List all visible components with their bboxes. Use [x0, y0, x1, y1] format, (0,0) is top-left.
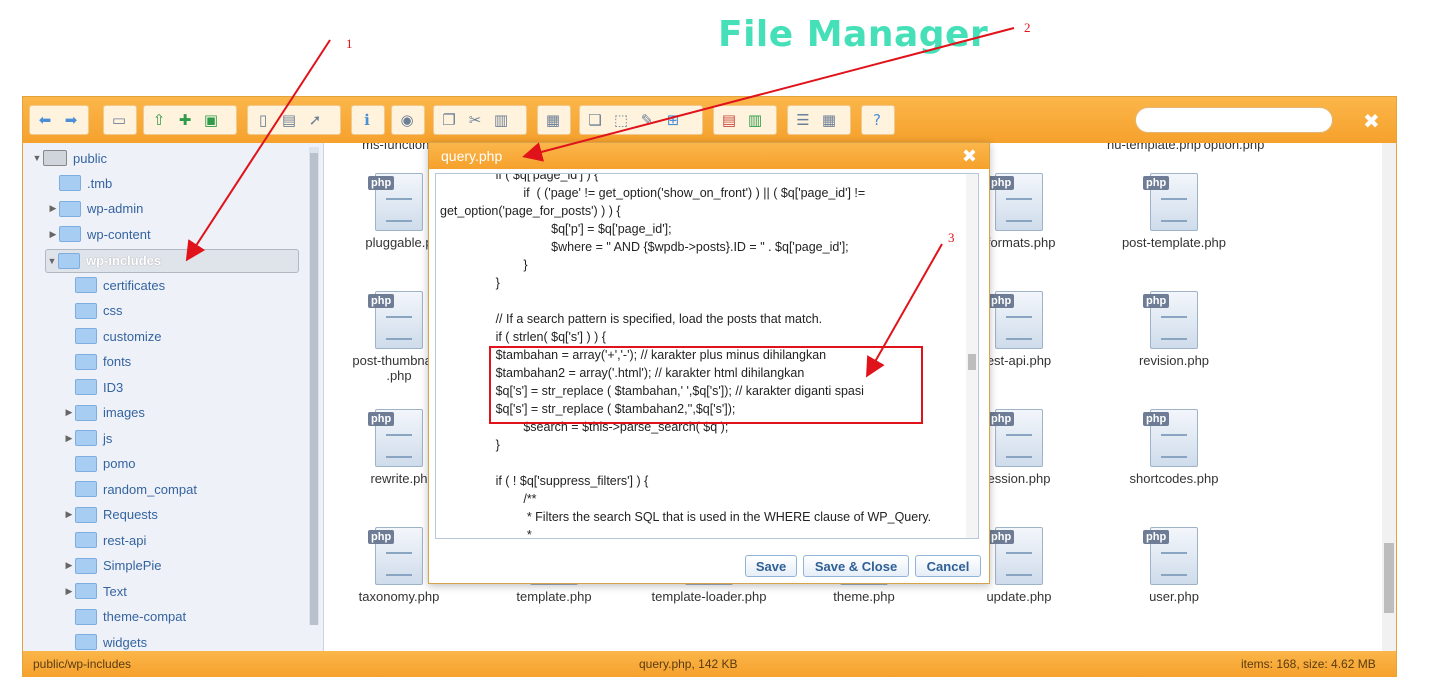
arrow-1: [185, 39, 331, 262]
arrow-2: [522, 27, 1015, 162]
arrow-3: [866, 243, 943, 378]
annotation-arrows: [185, 27, 1015, 378]
